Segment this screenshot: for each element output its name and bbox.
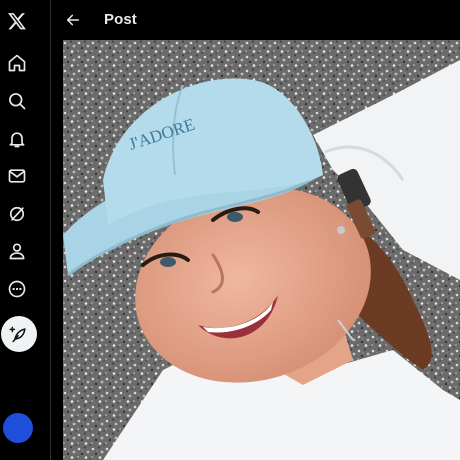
x-logo-icon[interactable]	[0, 4, 34, 38]
post-header: Post	[51, 0, 460, 40]
notifications-bell-icon[interactable]	[0, 122, 34, 156]
post-photo[interactable]: J'ADORE	[63, 40, 460, 460]
compose-post-button[interactable]	[1, 316, 37, 352]
back-arrow-icon	[66, 14, 80, 26]
app-window: Post J'ADORE	[0, 0, 460, 460]
page-title: Post	[104, 11, 137, 28]
home-icon[interactable]	[0, 46, 34, 80]
selfie-image: J'ADORE	[63, 40, 460, 460]
back-button[interactable]	[59, 6, 87, 34]
compose-feather-icon	[9, 326, 26, 343]
sidebar-nav	[0, 0, 51, 460]
messages-envelope-icon[interactable]	[0, 159, 34, 193]
search-icon[interactable]	[0, 84, 34, 118]
more-circle-icon[interactable]	[0, 272, 34, 306]
profile-person-icon[interactable]	[0, 234, 34, 268]
grok-icon[interactable]	[0, 197, 34, 231]
account-avatar[interactable]	[3, 413, 33, 443]
